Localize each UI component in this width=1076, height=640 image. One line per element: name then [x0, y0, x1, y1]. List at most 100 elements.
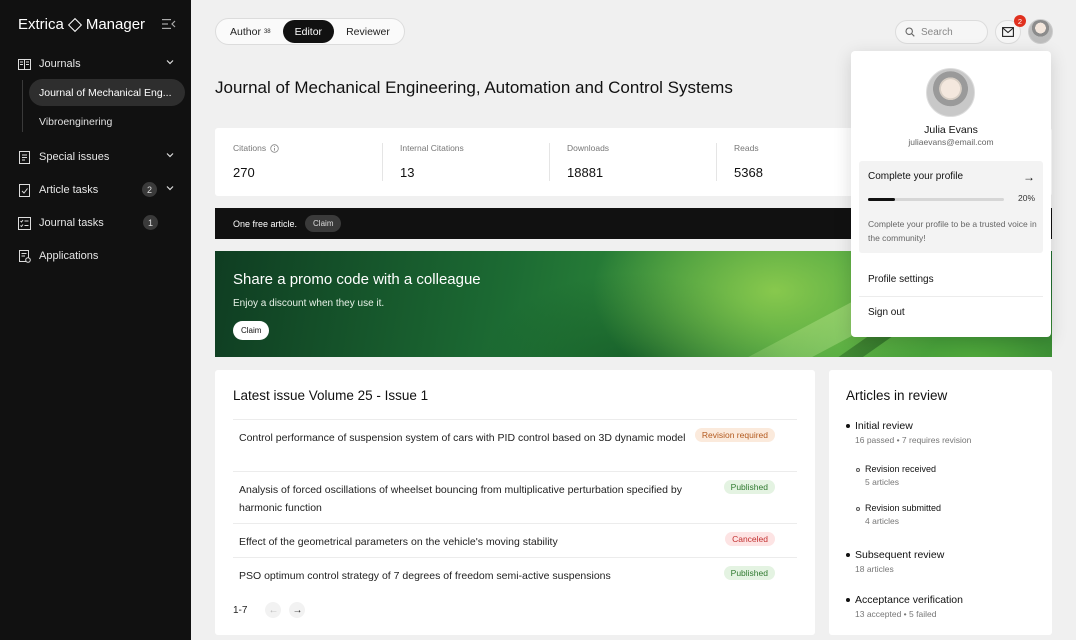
profile-progress-fill — [868, 198, 896, 201]
profile-dropdown: Julia Evans juliaevans@email.com Complet… — [851, 51, 1051, 337]
sidebar-subitem-journal-mechanical[interactable]: Journal of Mechanical Eng... — [29, 79, 185, 106]
table-row[interactable]: Analysis of forced oscillations of wheel… — [233, 471, 797, 523]
tab-editor[interactable]: Editor — [282, 20, 335, 43]
menu-divider — [859, 296, 1043, 297]
sidebar-item-special-issues[interactable]: Special issues — [18, 146, 178, 168]
mail-icon — [1002, 27, 1014, 37]
stat-value: 5368 — [734, 165, 763, 180]
prev-page-button[interactable]: ← — [265, 602, 282, 618]
article-title[interactable]: Control performance of suspension system… — [239, 429, 689, 447]
free-article-claim-button[interactable]: Claim — [305, 215, 342, 232]
review-substage-received[interactable]: Revision received 5 articles — [856, 464, 936, 487]
application-form-icon — [19, 249, 31, 263]
chevron-down-icon[interactable] — [166, 151, 174, 159]
sidebar-item-label: Article tasks — [39, 184, 99, 196]
info-icon[interactable] — [270, 143, 279, 153]
review-substage-submitted[interactable]: Revision submitted 4 articles — [856, 503, 941, 526]
stat-label: Reads — [734, 143, 759, 153]
review-stage-label: Acceptance verification — [855, 594, 963, 606]
book-open-icon — [18, 58, 31, 70]
user-avatar-button[interactable] — [1028, 19, 1053, 44]
tab-author-label: Author — [230, 25, 261, 38]
promo-subtitle: Enjoy a discount when they use it. — [233, 298, 385, 309]
stat-label-text: Citations — [233, 143, 267, 153]
status-badge: Revision required — [694, 428, 775, 442]
journal-tasks-count-badge: 1 — [143, 215, 158, 230]
author-count: 38 — [263, 28, 271, 35]
status-badge: Published — [723, 480, 775, 494]
bullet-icon — [846, 553, 850, 558]
status-badge: Published — [723, 566, 775, 580]
sidebar-item-label: Journal tasks — [39, 217, 104, 229]
free-article-text: One free article. — [233, 218, 298, 229]
chevron-down-icon[interactable] — [166, 58, 174, 66]
table-row[interactable]: Control performance of suspension system… — [233, 419, 797, 471]
arrow-right-icon[interactable]: → — [1023, 170, 1035, 184]
promo-claim-button[interactable]: Claim — [233, 321, 270, 340]
articles-in-review-title: Articles in review — [846, 388, 948, 403]
table-row[interactable]: Effect of the geometrical parameters on … — [233, 523, 797, 557]
latest-issue-card: Latest issue Volume 25 - Issue 1 Control… — [215, 370, 815, 635]
page-title: Journal of Mechanical Engineering, Autom… — [215, 78, 733, 97]
page-range: 1-7 — [233, 604, 248, 616]
tab-reviewer[interactable]: Reviewer — [334, 20, 402, 43]
sidebar-item-label: Special issues — [39, 151, 110, 163]
brand-name-left: Extrica — [18, 16, 64, 33]
latest-issue-title: Latest issue Volume 25 - Issue 1 — [233, 388, 429, 403]
diamond-logo-icon — [67, 17, 82, 32]
review-stage-initial[interactable]: Initial review 16 passed • 7 requires re… — [846, 420, 971, 445]
bullet-icon — [846, 424, 850, 429]
stat-label: Citations — [233, 143, 279, 153]
sidebar-item-article-tasks[interactable]: Article tasks 2 — [18, 179, 178, 201]
stat-citations: Citations 270 — [215, 128, 382, 196]
article-title[interactable]: Effect of the geometrical parameters on … — [239, 533, 689, 551]
stat-label: Downloads — [567, 143, 610, 153]
complete-profile-title: Complete your profile — [868, 171, 964, 182]
review-substage-label: Revision submitted — [865, 503, 942, 513]
review-stage-sub: 18 articles — [855, 564, 894, 574]
stat-internal-citations: Internal Citations 13 — [382, 128, 549, 196]
stat-value: 18881 — [567, 165, 604, 180]
sidebar-item-applications[interactable]: Applications — [18, 245, 178, 267]
status-badge: Canceled — [725, 532, 775, 546]
complete-profile-card[interactable]: Complete your profile → 20% Complete you… — [859, 161, 1043, 253]
subnav-line — [22, 80, 23, 132]
review-stage-label: Initial review — [855, 420, 913, 432]
review-stage-subsequent[interactable]: Subsequent review 18 articles — [846, 549, 944, 574]
sidebar-item-label: Applications — [39, 250, 99, 262]
stat-label: Internal Citations — [400, 143, 464, 153]
sidebar-subitem-vibroenginering[interactable]: Vibroenginering — [29, 108, 185, 135]
hollow-bullet-icon — [856, 467, 860, 472]
next-page-button[interactable]: → — [289, 602, 306, 618]
article-title[interactable]: Analysis of forced oscillations of wheel… — [239, 481, 689, 517]
article-title[interactable]: PSO optimum control strategy of 7 degree… — [239, 567, 689, 585]
promo-title: Share a promo code with a colleague — [233, 271, 481, 288]
chevron-down-icon[interactable] — [166, 184, 174, 192]
sidebar-item-journal-tasks[interactable]: Journal tasks 1 — [18, 212, 178, 234]
sidebar: Extrica Manager Journals Journal of Mech… — [0, 0, 191, 640]
search-icon — [905, 27, 915, 37]
complete-profile-description: Complete your profile to be a trusted vo… — [868, 219, 1037, 243]
review-stage-sub: 16 passed • 7 requires revision — [855, 435, 972, 445]
brand-logo[interactable]: Extrica Manager — [18, 16, 145, 33]
sign-out-link[interactable]: Sign out — [868, 307, 905, 318]
review-substage-label: Revision received — [865, 464, 937, 474]
mail-count-badge: 2 — [1014, 15, 1026, 27]
review-substage-sub: 4 articles — [865, 516, 900, 526]
search-input[interactable]: Search — [895, 20, 988, 44]
table-row[interactable]: PSO optimum control strategy of 7 degree… — [233, 557, 797, 591]
hollow-bullet-icon — [856, 506, 860, 511]
stat-value: 270 — [233, 165, 255, 180]
search-placeholder: Search — [921, 26, 953, 38]
review-stage-label: Subsequent review — [855, 549, 945, 561]
checklist-icon — [18, 216, 31, 230]
tab-author[interactable]: Author 38 — [218, 20, 283, 43]
bullet-icon — [846, 598, 850, 603]
article-tasks-count-badge: 2 — [142, 182, 157, 197]
review-stage-acceptance[interactable]: Acceptance verification 13 accepted • 5 … — [846, 594, 963, 619]
sidebar-item-journals[interactable]: Journals — [18, 53, 178, 75]
collapse-sidebar-icon[interactable] — [162, 18, 176, 30]
articles-in-review-card: Articles in review Initial review 16 pas… — [829, 370, 1052, 635]
document-icon — [19, 150, 30, 164]
profile-settings-link[interactable]: Profile settings — [868, 274, 934, 285]
